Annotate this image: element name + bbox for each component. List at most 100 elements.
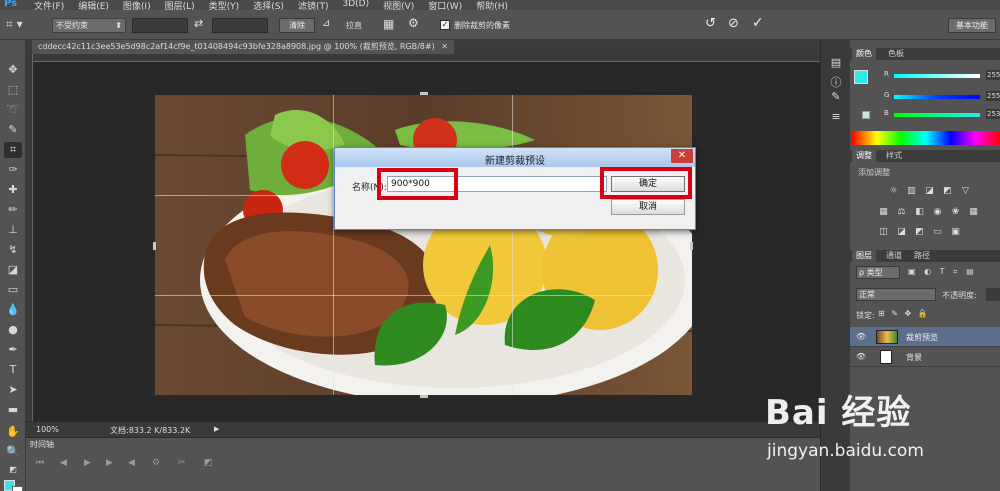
- path-select-tool-icon[interactable]: ➤: [4, 382, 22, 398]
- blur-tool-icon[interactable]: 💧: [4, 302, 22, 318]
- threshold-icon[interactable]: ◩: [914, 227, 925, 237]
- settings-icon[interactable]: ⚙: [152, 458, 160, 468]
- tab-paths[interactable]: 路径: [910, 250, 934, 262]
- info-icon[interactable]: ⓘ: [827, 74, 845, 90]
- cancel-icon[interactable]: ⊘: [728, 16, 739, 31]
- invert-icon[interactable]: ◫: [878, 227, 889, 237]
- green-slider[interactable]: G 255: [884, 91, 1000, 101]
- color-balance-icon[interactable]: ⚖: [896, 207, 907, 217]
- background-color-swatch[interactable]: [12, 486, 23, 491]
- swap-icon[interactable]: ⇄: [194, 17, 203, 30]
- zoom-level[interactable]: 100%: [36, 425, 59, 434]
- crop-handle-left[interactable]: [153, 242, 156, 250]
- delete-cropped-checkbox[interactable]: ✓: [440, 20, 450, 30]
- exposure-icon[interactable]: ◩: [942, 186, 953, 196]
- ratio-select[interactable]: 不受约束 ⬍: [52, 18, 126, 33]
- green-slider-track[interactable]: [894, 95, 980, 99]
- blue-slider-track[interactable]: [894, 113, 980, 117]
- crop-handle-bottom[interactable]: [420, 395, 428, 398]
- width-input[interactable]: [132, 18, 188, 33]
- layer-filter-icons[interactable]: ▣ ◐ T ⌗ ▤: [908, 267, 977, 277]
- pen-tool-icon[interactable]: ✒: [4, 342, 22, 358]
- black-white-icon[interactable]: ◧: [914, 207, 925, 217]
- lock-icons[interactable]: ⊞ ✎ ✥ 🔒: [878, 309, 930, 318]
- crop-tool-icon[interactable]: ⌗: [4, 142, 22, 158]
- blend-mode-select[interactable]: 正常: [856, 288, 936, 301]
- canvas-area[interactable]: [33, 62, 820, 421]
- status-menu-arrow-icon[interactable]: ▶: [214, 425, 219, 433]
- levels-icon[interactable]: ▥: [906, 186, 917, 196]
- previous-frame-icon[interactable]: ◀: [60, 458, 67, 468]
- eyedropper-tool-icon[interactable]: ✑: [4, 162, 22, 178]
- blue-value[interactable]: 253: [986, 109, 1000, 119]
- red-slider[interactable]: R 255: [884, 70, 1000, 80]
- green-value[interactable]: 255: [986, 91, 1000, 101]
- gradient-tool-icon[interactable]: ▭: [4, 282, 22, 298]
- quick-select-tool-icon[interactable]: ✎: [4, 122, 22, 138]
- color-spectrum[interactable]: [852, 131, 1000, 145]
- straighten-label[interactable]: 拉直: [346, 20, 362, 31]
- crop-handle-right[interactable]: [690, 242, 693, 250]
- layer-name[interactable]: 裁剪预览: [906, 332, 938, 343]
- history-brush-tool-icon[interactable]: ↯: [4, 242, 22, 258]
- type-tool-icon[interactable]: T: [4, 362, 22, 378]
- photo-filter-icon[interactable]: ◉: [932, 207, 943, 217]
- layer-row-background[interactable]: 👁 背景: [850, 347, 1000, 367]
- eraser-tool-icon[interactable]: ◪: [4, 262, 22, 278]
- document-image[interactable]: [155, 95, 692, 395]
- crop-tool-preset-icon[interactable]: ⌗ ▾: [6, 17, 34, 33]
- tab-styles[interactable]: 样式: [882, 150, 906, 162]
- tab-adjustments[interactable]: 调整: [852, 150, 876, 162]
- audio-icon[interactable]: ◀: [128, 458, 135, 468]
- commit-check-icon[interactable]: ✓: [752, 15, 764, 31]
- transition-icon[interactable]: ◩: [204, 458, 213, 468]
- height-input[interactable]: [212, 18, 268, 33]
- eye-icon[interactable]: 👁: [856, 332, 866, 341]
- move-tool-icon[interactable]: ✥: [4, 62, 22, 78]
- gradient-map-icon[interactable]: ▭: [932, 227, 943, 237]
- play-icon[interactable]: ▶: [84, 458, 91, 468]
- tab-channels[interactable]: 通道: [882, 250, 906, 262]
- shape-tool-icon[interactable]: ▬: [4, 402, 22, 418]
- clear-button[interactable]: 清除: [279, 18, 315, 33]
- eye-icon[interactable]: 👁: [856, 352, 866, 361]
- clone-stamp-tool-icon[interactable]: ⊥: [4, 222, 22, 238]
- color-panel-background-swatch[interactable]: [862, 111, 870, 119]
- reset-icon[interactable]: ↺: [705, 16, 716, 31]
- selective-color-icon[interactable]: ▣: [950, 227, 961, 237]
- hand-tool-icon[interactable]: ✋: [4, 424, 22, 440]
- tab-swatches[interactable]: 色板: [884, 48, 908, 60]
- red-slider-track[interactable]: [894, 74, 980, 78]
- properties-icon[interactable]: ≡: [827, 110, 845, 126]
- dodge-tool-icon[interactable]: ●: [4, 322, 22, 338]
- color-panel-foreground-swatch[interactable]: [854, 70, 868, 84]
- tab-color[interactable]: 颜色: [852, 48, 876, 60]
- zoom-tool-icon[interactable]: 🔍: [4, 444, 22, 460]
- workspace-button[interactable]: 基本功能: [948, 18, 996, 33]
- split-icon[interactable]: ✂: [178, 458, 186, 468]
- timeline-tab[interactable]: 时间轴: [30, 439, 54, 450]
- layer-row-crop-preview[interactable]: 👁 裁剪预览: [850, 327, 1000, 347]
- healing-brush-tool-icon[interactable]: ✚: [4, 182, 22, 198]
- blue-slider[interactable]: B 253: [884, 109, 1000, 119]
- curves-icon[interactable]: ◪: [924, 186, 935, 196]
- close-icon[interactable]: ✕: [441, 42, 448, 51]
- crop-handle-top[interactable]: [420, 92, 428, 95]
- brush-presets-icon[interactable]: ✎: [827, 90, 845, 106]
- gear-icon[interactable]: ⚙: [408, 16, 419, 30]
- vibrance-icon[interactable]: ▽: [960, 186, 971, 196]
- tab-layers[interactable]: 图层: [852, 250, 876, 262]
- document-tab[interactable]: cddecc42c11c3ee53e5d98c2af14cf9e_t014084…: [32, 40, 454, 54]
- posterize-icon[interactable]: ◪: [896, 227, 907, 237]
- first-frame-icon[interactable]: ⏮: [36, 458, 44, 468]
- layer-name[interactable]: 背景: [906, 352, 922, 363]
- lasso-tool-icon[interactable]: ➰: [4, 102, 22, 118]
- overlay-grid-icon[interactable]: ▦: [383, 17, 394, 31]
- channel-mixer-icon[interactable]: ❀: [950, 207, 961, 217]
- next-frame-icon[interactable]: ▶: [106, 458, 113, 468]
- straighten-icon[interactable]: ⊿: [322, 18, 330, 29]
- marquee-tool-icon[interactable]: ⬚: [4, 82, 22, 98]
- opacity-input[interactable]: [986, 288, 1000, 301]
- layer-kind-filter[interactable]: ρ 类型: [856, 266, 900, 279]
- history-icon[interactable]: ▤: [827, 56, 845, 72]
